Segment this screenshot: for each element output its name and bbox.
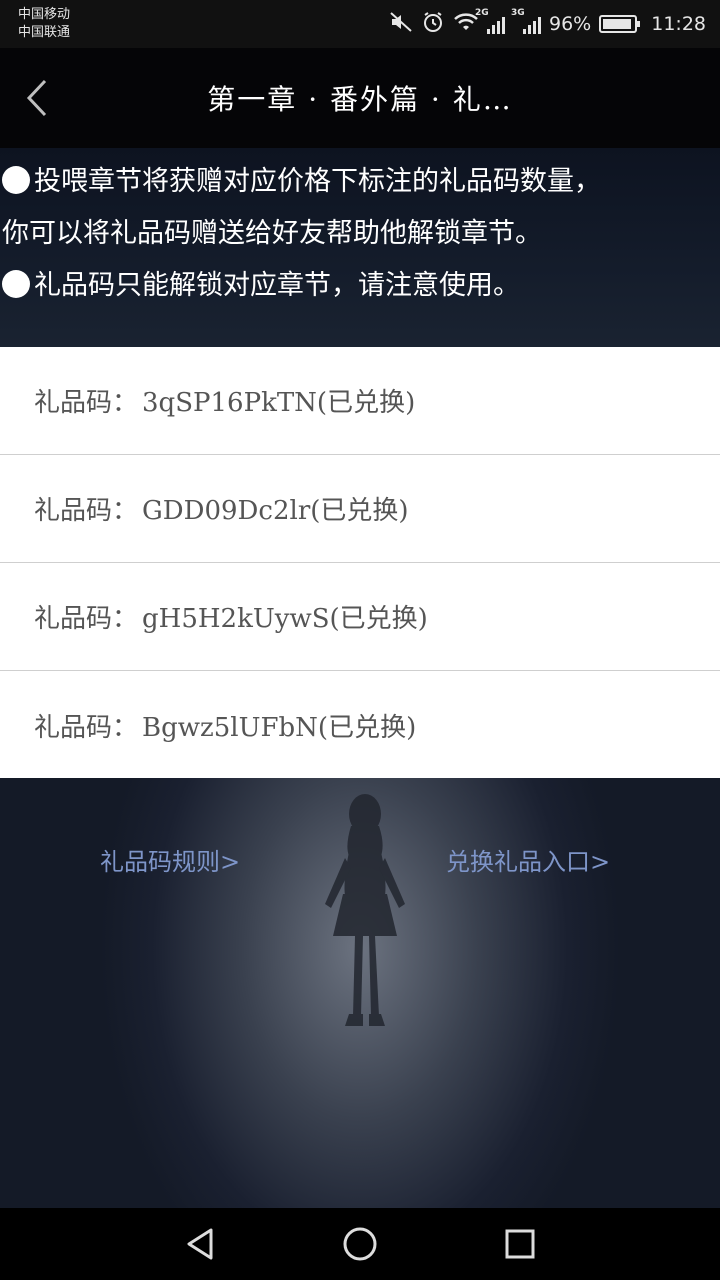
notice-line-2: 你可以将礼品码赠送给好友帮助他解锁章节。: [2, 218, 542, 249]
gift-code-label: 礼品码：: [34, 496, 139, 526]
signal-2g-icon: 2G: [475, 8, 505, 34]
gift-code-label: 礼品码：: [34, 388, 139, 418]
gift-code-value: Bgwz5lUFbN(已兑换): [142, 712, 417, 743]
battery-percent: 96%: [549, 13, 592, 35]
gift-code-value: GDD09Dc2lr(已兑换): [142, 496, 409, 526]
status-bar: 中国移动 中国联通 2G 3G 96% 11:28: [0, 0, 720, 48]
nav-recents-button[interactable]: [500, 1224, 540, 1264]
carrier-info: 中国移动 中国联通: [18, 6, 70, 42]
triangle-back-icon: [187, 1228, 213, 1260]
gift-code-row[interactable]: 礼品码： GDD09Dc2lr(已兑换): [0, 455, 720, 563]
girl-silhouette-image: [325, 794, 405, 1026]
network-type-1: 2G: [475, 8, 489, 18]
carrier-secondary: 中国联通: [18, 25, 71, 40]
page-title: 第一章 · 番外篇 · 礼…: [207, 83, 513, 116]
gift-code-rules-link[interactable]: 礼品码规则>: [100, 842, 240, 877]
gift-code-row[interactable]: 礼品码： 3qSP16PkTN(已兑换): [0, 347, 720, 455]
gift-code-row[interactable]: 礼品码： Bgwz5lUFbN(已兑换): [0, 671, 720, 779]
notice-text-1: 投喂章节将获赠对应价格下标注的礼品码数量，: [34, 166, 601, 197]
network-type-2: 3G: [511, 8, 525, 18]
gift-code-label: 礼品码：: [34, 712, 139, 743]
nav-back-button[interactable]: [180, 1224, 220, 1264]
bullet-icon: [2, 270, 30, 298]
clock: 11:28: [651, 13, 706, 35]
gift-code-notice: 投喂章节将获赠对应价格下标注的礼品码数量， 你可以将礼品码赠送给好友帮助他解锁章…: [0, 148, 720, 347]
circle-home-icon: [343, 1227, 377, 1261]
gift-code-label: 礼品码：: [34, 604, 139, 634]
alarm-icon: [421, 10, 445, 39]
notice-text-3: 礼品码只能解锁对应章节，请注意使用。: [34, 270, 520, 301]
notice-line-1: 投喂章节将获赠对应价格下标注的礼品码数量，: [2, 156, 720, 208]
battery-icon: [599, 15, 641, 33]
mute-icon: [389, 11, 413, 38]
square-recents-icon: [505, 1229, 535, 1259]
nav-home-button[interactable]: [340, 1224, 380, 1264]
carrier-primary: 中国移动: [18, 7, 71, 22]
redeem-gift-link[interactable]: 兑换礼品入口>: [446, 842, 610, 877]
gift-code-value: 3qSP16PkTN(已兑换): [142, 388, 416, 418]
back-button[interactable]: [14, 76, 58, 120]
gift-code-list: 礼品码： 3qSP16PkTN(已兑换) 礼品码： GDD09Dc2lr(已兑换…: [0, 347, 720, 779]
notice-line-3: 礼品码只能解锁对应章节，请注意使用。: [2, 260, 720, 312]
system-nav-bar: [0, 1208, 720, 1280]
chevron-left-icon: [26, 79, 47, 117]
footer-links: 礼品码规则> 兑换礼品入口>: [0, 842, 720, 882]
bullet-icon: [2, 166, 30, 194]
gift-code-row[interactable]: 礼品码： gH5H2kUywS(已兑换): [0, 563, 720, 671]
status-icons: 2G 3G 96% 11:28: [389, 8, 706, 39]
gift-code-value: gH5H2kUywS(已兑换): [142, 604, 428, 634]
signal-3g-icon: 3G: [511, 8, 541, 34]
app-header: 第一章 · 番外篇 · 礼…: [0, 48, 720, 148]
